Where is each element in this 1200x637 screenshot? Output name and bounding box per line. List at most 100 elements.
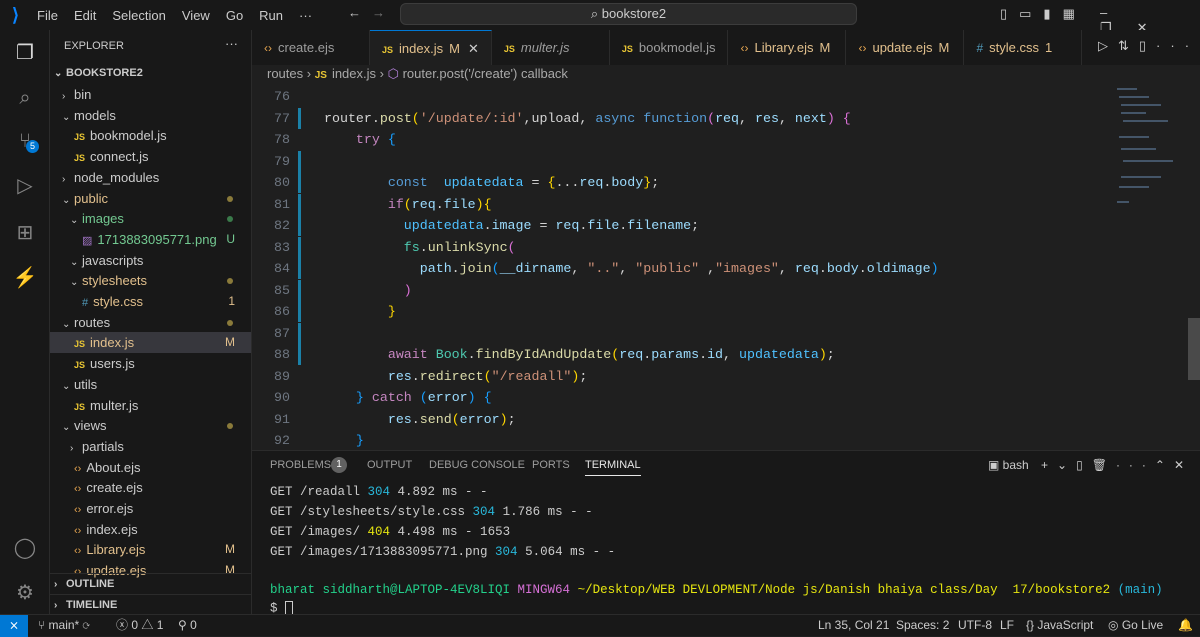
file-users-js[interactable]: JS users.js	[50, 353, 251, 374]
line-number: 77	[274, 110, 290, 126]
explorer-icon[interactable]: ❐	[12, 40, 38, 66]
modified-dot	[227, 278, 233, 285]
notifications-icon[interactable]: 🔔	[1178, 615, 1193, 636]
editor-actions[interactable]: ▷⇅▯···	[1098, 38, 1199, 54]
tab-multer-js[interactable]: JS multer.js	[492, 30, 610, 65]
menu-run[interactable]: Run	[251, 8, 291, 23]
search-icon[interactable]: ⌕	[12, 85, 38, 111]
go-live-button[interactable]: ◎ Go Live	[1108, 615, 1163, 636]
file-index-js[interactable]: JS index.js M	[50, 332, 251, 354]
menu-edit[interactable]: Edit	[66, 8, 104, 23]
breadcrumb-file[interactable]: index.js	[332, 66, 376, 81]
layout-icons[interactable]: ▯▭▮▦	[1000, 6, 1087, 22]
cursor-position[interactable]: Ln 35, Col 21	[818, 615, 889, 636]
language-mode[interactable]: {} JavaScript	[1026, 615, 1093, 636]
problems-status[interactable]: ⓧ 0 △ 1	[116, 615, 163, 636]
file-style-css[interactable]: # style.css 1	[50, 291, 251, 312]
code-token: ,	[778, 261, 795, 276]
branch-status[interactable]: ⑂ main* ⟳	[38, 615, 90, 636]
file-bookmodel-js[interactable]: JS bookmodel.js	[50, 125, 251, 146]
tab-bookmodel-js[interactable]: JS bookmodel.js	[610, 30, 729, 65]
menu-view[interactable]: View	[174, 8, 218, 23]
code-line: 85 )	[252, 279, 1182, 301]
code-token: .	[419, 239, 428, 255]
folder-public[interactable]: ⌄ public	[50, 188, 251, 209]
forward-icon[interactable]: →	[372, 5, 385, 20]
end-of-line[interactable]: LF	[1000, 615, 1014, 636]
panel-tab-debug-console[interactable]: DEBUG CONSOLE	[429, 459, 525, 471]
code-line: 80 const updatedata = {...req.body};	[252, 172, 1182, 193]
outline-section[interactable]: › OUTLINE	[50, 573, 251, 594]
method-icon: ⬡	[387, 66, 399, 81]
file-library-ejs[interactable]: ‹› Library.ejs M	[50, 539, 251, 560]
editor-scrollbar[interactable]	[1188, 318, 1200, 380]
file-error-ejs[interactable]: ‹› error.ejs	[50, 498, 251, 519]
tab-style-css[interactable]: # style.css 1	[964, 30, 1083, 65]
item-label: views	[74, 418, 107, 434]
code-token: params	[651, 347, 700, 362]
command-search[interactable]: ⌕ bookstore2	[400, 3, 857, 25]
menu-selection[interactable]: Selection	[104, 8, 173, 23]
folder-bin[interactable]: › bin	[50, 84, 251, 105]
gutter	[298, 107, 324, 129]
encoding[interactable]: UTF-8	[958, 615, 992, 636]
menu-[interactable]: ···	[291, 8, 320, 23]
tab-index-js[interactable]: JS index.js M ✕	[370, 30, 492, 65]
source-control-icon[interactable]: ⑂ 5	[12, 128, 39, 154]
explorer-sidebar: EXPLORER ··· ⌄ BOOKSTORE2 › bin ⌄ models JS bo…	[50, 30, 252, 614]
back-icon[interactable]: ←	[348, 5, 361, 20]
file-about-ejs[interactable]: ‹› About.ejs	[50, 457, 251, 478]
ejs-file-icon: ‹›	[74, 504, 82, 516]
run-debug-icon[interactable]: ▷	[12, 173, 38, 199]
gutter	[298, 86, 324, 107]
line-number: 86	[274, 304, 290, 319]
folder-javascripts[interactable]: ⌄ javascripts	[50, 250, 251, 271]
minimap[interactable]	[1115, 86, 1185, 216]
gutter	[298, 366, 324, 387]
file-connect-js[interactable]: JS connect.js	[50, 146, 251, 167]
item-label: Library.ejs	[86, 542, 146, 558]
folder-views[interactable]: ⌄ views	[50, 415, 251, 436]
folder-models[interactable]: ⌄ models	[50, 105, 251, 126]
tab-update-ejs[interactable]: ‹› update.ejs M	[846, 30, 965, 65]
workspace-root[interactable]: ⌄ BOOKSTORE2	[50, 63, 251, 84]
code-editor[interactable]: 76 77 router.post('/update/:id',upload, as…	[252, 86, 1182, 513]
file-1713883095771-png[interactable]: ▨ 1713883095771.png U	[50, 229, 251, 250]
folder-node-modules[interactable]: › node_modules	[50, 167, 251, 188]
close-icon[interactable]: ✕	[468, 41, 479, 56]
file-index-ejs[interactable]: ‹› index.ejs	[50, 519, 251, 540]
code-line: 78 try {	[252, 129, 1182, 150]
panel-tab-problems[interactable]: PROBLEMS	[270, 459, 331, 471]
file-multer-js[interactable]: JS multer.js	[50, 395, 251, 416]
terminal-actions[interactable]: ▣ bash +⌄▯🗑···⌃✕	[988, 458, 1193, 472]
panel-tab-ports[interactable]: PORTS	[532, 459, 570, 471]
file-create-ejs[interactable]: ‹› create.ejs	[50, 477, 251, 498]
menu-file[interactable]: File	[29, 8, 66, 23]
tab-create-ejs[interactable]: ‹› create.ejs	[252, 30, 370, 65]
breadcrumb-symbol[interactable]: router.post('/create') callback	[403, 66, 568, 81]
code-line: 84 path.join(__dirname, "..", "public" ,…	[252, 258, 1182, 279]
extensions-icon[interactable]: ⊞	[12, 220, 38, 246]
code-line: 76	[252, 86, 1182, 107]
folder-partials[interactable]: › partials	[50, 436, 251, 457]
tab-library-ejs[interactable]: ‹› Library.ejs M	[728, 30, 847, 65]
panel-tab-terminal[interactable]: TERMINAL	[585, 459, 641, 476]
settings-gear-icon[interactable]: ⚙	[12, 580, 38, 606]
menu-go[interactable]: Go	[218, 8, 251, 23]
folder-images[interactable]: ⌄ images	[50, 208, 251, 229]
folder-stylesheets[interactable]: ⌄ stylesheets	[50, 270, 251, 291]
indentation[interactable]: Spaces: 2	[896, 615, 949, 636]
panel-tab-output[interactable]: OUTPUT	[367, 459, 412, 471]
code-token: join	[459, 261, 492, 276]
timeline-section[interactable]: › TIMELINE	[50, 594, 251, 615]
account-icon[interactable]: ◯	[12, 535, 38, 561]
folder-utils[interactable]: ⌄ utils	[50, 374, 251, 395]
remote-icon[interactable]: ⨯	[0, 615, 28, 637]
breadcrumb-folder[interactable]: routes	[267, 66, 303, 81]
folder-routes[interactable]: ⌄ routes	[50, 312, 251, 333]
code-token: req	[715, 110, 740, 126]
terminal-text: GET /images/	[270, 525, 368, 539]
ports-status[interactable]: ⚲ 0	[178, 615, 197, 636]
live-share-icon[interactable]: ⚡	[12, 265, 38, 291]
more-actions-icon[interactable]: ···	[225, 36, 238, 51]
